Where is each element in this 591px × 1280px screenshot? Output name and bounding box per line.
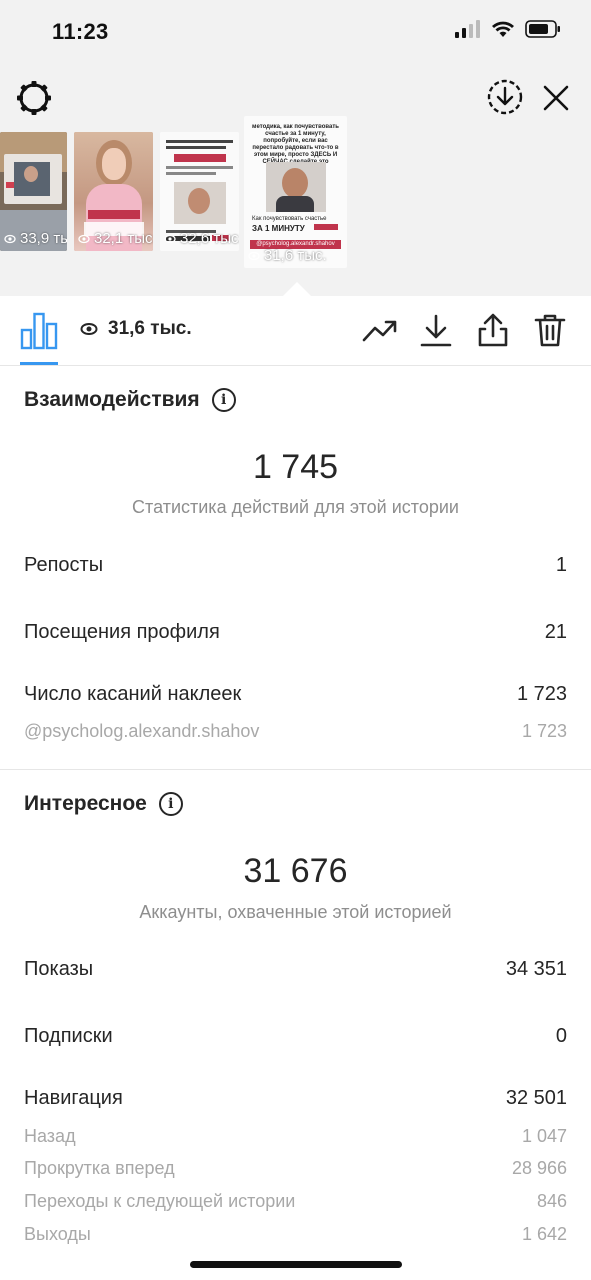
stat-label: Число касаний наклеек (24, 683, 242, 705)
download-circle-icon (487, 79, 523, 115)
stat-subrow: Назад 1 047 (24, 1126, 567, 1147)
share-icon[interactable] (475, 312, 511, 348)
trash-icon[interactable] (532, 312, 568, 348)
stat-value: 1 642 (521, 1224, 567, 1244)
story-thumbnail-selected[interactable]: методика, как почувствовать счастье за 1… (244, 116, 347, 268)
eye-icon (4, 234, 16, 243)
stat-label: @psycholog.alexandr.shahov (24, 721, 260, 741)
story-thumbnail[interactable]: 32,1 тыс. (74, 132, 153, 251)
download-archive-button[interactable] (484, 76, 526, 118)
battery-icon (525, 20, 560, 38)
interactions-total: 1 745 (252, 448, 339, 486)
stat-row: Показы 34 351 (24, 958, 567, 981)
story-views: 32,6 тыс. (180, 230, 239, 247)
status-bar: 11:23 (0, 0, 591, 66)
stat-value: 21 (544, 621, 567, 643)
story-caption-big: ЗА 1 МИНУТУ (252, 224, 305, 233)
story-tray: 33,9 тыс. 32,1 тыс. 32,6 тыс. метод (0, 66, 591, 296)
interactions-title: Взаимодействия i (24, 388, 236, 412)
stat-label: Навигация (24, 1087, 123, 1109)
info-icon[interactable]: i (211, 388, 236, 412)
insights-toolbar: 31,6 тыс. (0, 296, 591, 366)
gear-icon (17, 81, 51, 115)
stat-subrow: Прокрутка вперед 28 966 (24, 1158, 567, 1179)
stat-value: 0 (555, 1025, 567, 1047)
interactions-caption: Статистика действий для этой истории (132, 497, 459, 517)
cellular-signal-icon (455, 20, 480, 38)
stat-value: 1 (555, 554, 567, 576)
stat-label: Переходы к следующей истории (24, 1191, 296, 1211)
active-tab-indicator (20, 362, 58, 365)
discovery-title: Интересное i (24, 792, 183, 816)
stat-value: 28 966 (511, 1158, 567, 1178)
stat-row: Репосты 1 (24, 554, 567, 577)
eye-icon (164, 234, 176, 243)
stat-row: Подписки 0 (24, 1025, 567, 1048)
stat-label: Назад (24, 1126, 76, 1146)
stat-subrow: @psycholog.alexandr.shahov 1 723 (24, 721, 567, 742)
stat-row: Навигация 32 501 (24, 1087, 567, 1110)
stat-value: 1 723 (516, 683, 567, 705)
stat-value: 34 351 (505, 958, 567, 980)
close-icon (543, 85, 569, 111)
story-views: 32,1 тыс. (94, 230, 153, 247)
stat-row: Число касаний наклеек 1 723 (24, 683, 567, 706)
stat-label: Прокрутка вперед (24, 1158, 175, 1178)
stat-label: Показы (24, 958, 94, 980)
discovery-caption: Аккаунты, охваченные этой историей (139, 902, 452, 922)
wifi-icon (492, 21, 514, 37)
eye-icon (80, 323, 98, 335)
eye-icon (78, 234, 90, 243)
story-caption: Как почувствовать счастье (252, 216, 327, 222)
story-views: 31,6 тыс. (264, 247, 327, 264)
story-views: 33,9 тыс. (20, 230, 67, 247)
trend-icon[interactable] (362, 312, 398, 348)
stat-value: 1 047 (521, 1126, 567, 1146)
info-icon[interactable]: i (158, 792, 183, 816)
status-icons (455, 20, 561, 38)
stat-label: Подписки (24, 1025, 113, 1047)
views-count-label: 31,6 тыс. (108, 318, 192, 339)
stat-row: Посещения профиля 21 (24, 621, 567, 644)
stat-value: 1 723 (521, 721, 567, 741)
download-icon[interactable] (418, 312, 454, 348)
stat-label: Репосты (24, 554, 104, 576)
settings-button[interactable] (14, 78, 54, 118)
bar-chart-icon[interactable] (20, 310, 58, 350)
views-count: 31,6 тыс. (80, 318, 192, 340)
section-divider (0, 769, 591, 770)
story-headline: методика, как почувствовать счастье за 1… (252, 124, 339, 165)
story-thumbnail[interactable]: 32,6 тыс. (160, 132, 239, 251)
close-button[interactable] (536, 78, 576, 118)
stat-subrow: Переходы к следующей истории 846 (24, 1191, 567, 1212)
stat-label: Выходы (24, 1224, 91, 1244)
eye-icon (248, 251, 260, 260)
stat-value: 846 (536, 1191, 567, 1211)
selection-pointer (283, 282, 311, 296)
home-indicator[interactable] (190, 1261, 402, 1268)
status-time: 11:23 (52, 19, 109, 44)
stat-label: Посещения профиля (24, 621, 220, 643)
discovery-total: 31 676 (243, 852, 348, 890)
stat-value: 32 501 (505, 1087, 567, 1109)
stat-subrow: Выходы 1 642 (24, 1224, 567, 1245)
story-thumbnail[interactable]: 33,9 тыс. (0, 132, 67, 251)
